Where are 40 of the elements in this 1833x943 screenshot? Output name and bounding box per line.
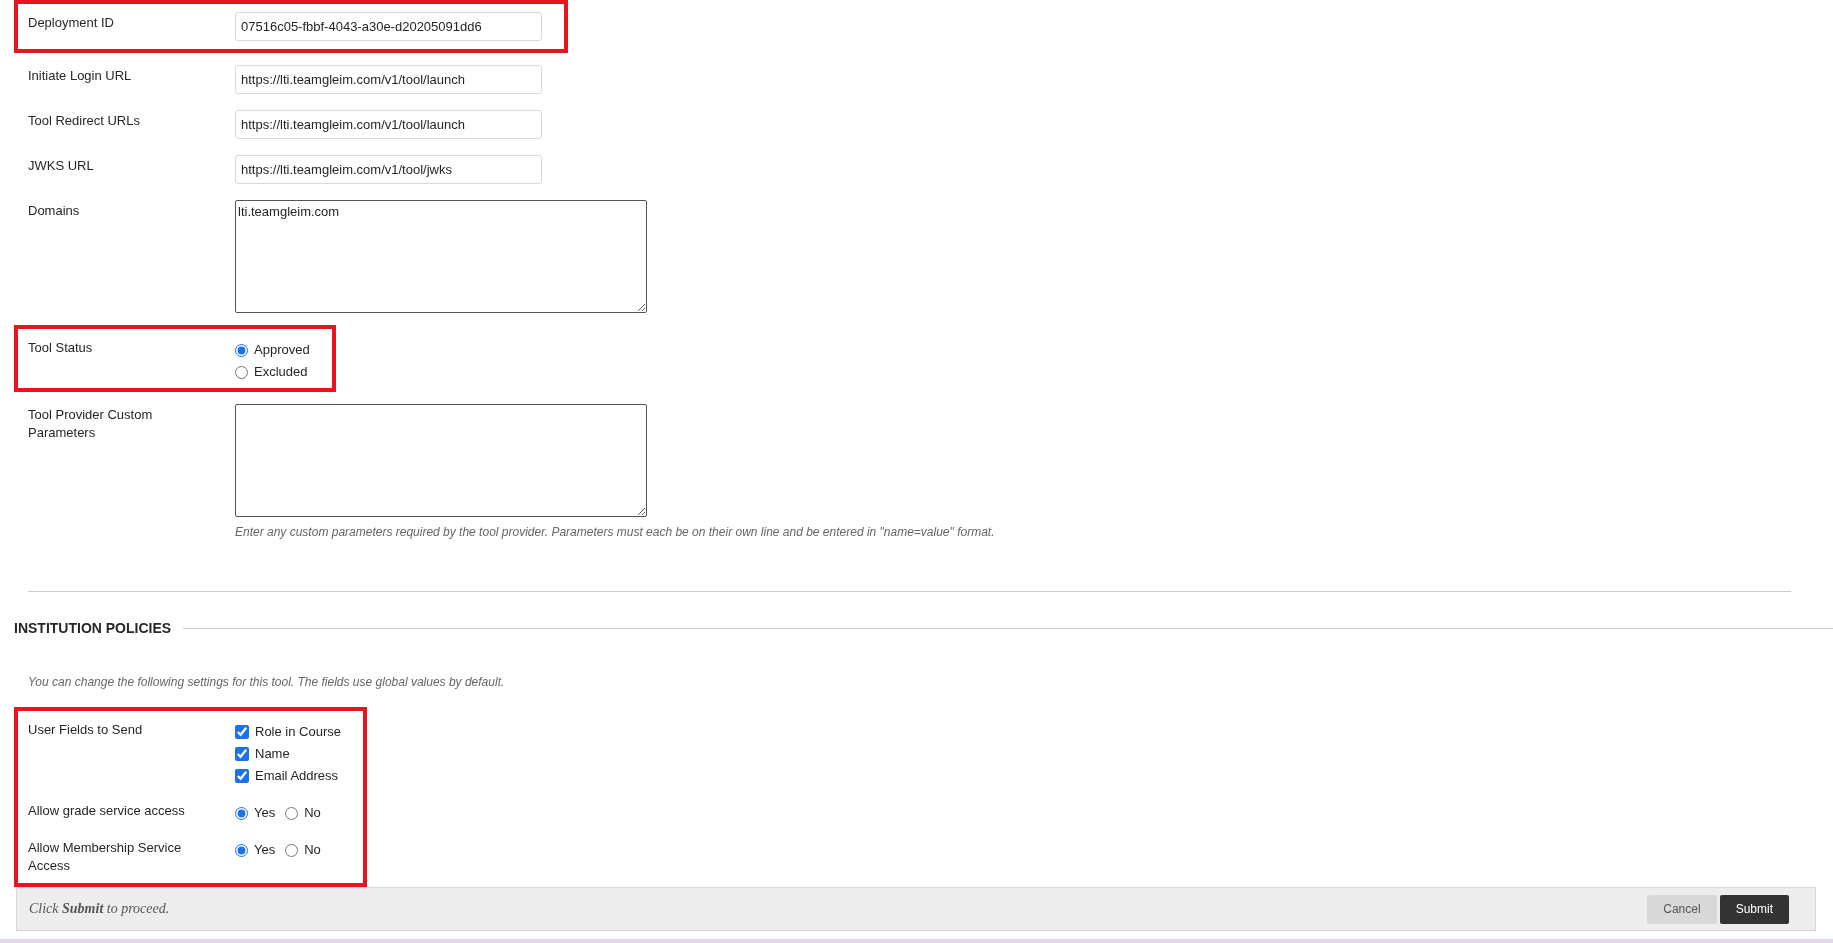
field-label: Deployment ID — [28, 14, 115, 32]
section-heading: INSTITUTION POLICIES — [14, 620, 172, 636]
radio-button[interactable] — [235, 343, 248, 357]
field-label: Tool Redirect URLs — [28, 112, 141, 130]
field-label: Domains — [28, 202, 81, 220]
text-input[interactable]: https://lti.teamgleim.com/v1/tool/launch — [235, 65, 542, 94]
text-input[interactable]: https://lti.teamgleim.com/v1/tool/launch — [235, 110, 542, 139]
radio-button[interactable] — [235, 806, 248, 820]
option-label: Yes — [254, 805, 276, 821]
section-description: You can change the following settings for this tool. The fields use global values by default. — [28, 675, 506, 689]
text-area[interactable]: lti.teamgleim.com — [235, 200, 647, 313]
help-text: Enter any custom parameters required by the tool provider. Parameters must each be on their own line and be entered in "name=value" format. — [235, 525, 995, 539]
option-label: No — [304, 842, 321, 858]
field-label: User Fields to Send — [28, 721, 144, 739]
radio-button[interactable] — [235, 843, 248, 857]
option-label: Approved — [254, 342, 310, 358]
submit-button[interactable]: Submit — [1719, 894, 1789, 924]
radio-button[interactable] — [285, 843, 299, 857]
field-label: Allow Membership Service Access — [28, 839, 183, 875]
field-label: Tool Provider Custom Parameters — [28, 406, 154, 442]
checkbox[interactable] — [235, 725, 249, 739]
radio-button[interactable] — [235, 365, 248, 379]
option-label: Email Address — [255, 768, 339, 784]
cancel-button[interactable]: Cancel — [1647, 894, 1717, 924]
option-label: No — [304, 805, 321, 821]
option-label: Yes — [254, 842, 276, 858]
field-label: Allow grade service access — [28, 802, 186, 820]
option-label: Excluded — [254, 364, 308, 380]
text-input[interactable]: https://lti.teamgleim.com/v1/tool/jwks — [235, 155, 542, 184]
field-label: Initiate Login URL — [28, 67, 133, 85]
text-area[interactable] — [235, 404, 647, 517]
footer-instruction: Click Submit to proceed. — [29, 901, 170, 918]
text-input[interactable]: 07516c05-fbbf-4043-a30e-d20205091dd6 — [235, 12, 542, 41]
option-label: Role in Course — [255, 724, 341, 740]
option-label: Name — [255, 746, 290, 762]
radio-button[interactable] — [285, 806, 299, 820]
checkbox[interactable] — [235, 769, 249, 783]
field-label: Tool Status — [28, 339, 94, 357]
checkbox[interactable] — [235, 747, 249, 761]
field-label: JWKS URL — [28, 157, 95, 175]
